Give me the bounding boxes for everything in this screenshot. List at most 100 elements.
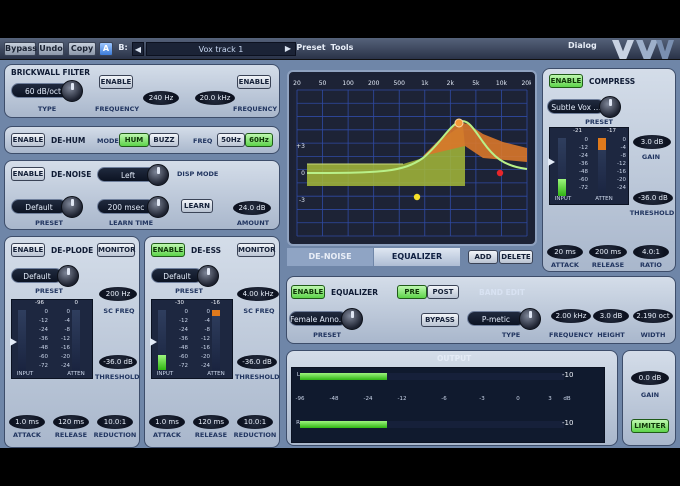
de-ess-release-label: RELEASE [194, 431, 228, 439]
undo-button[interactable]: Undo [38, 42, 64, 56]
compress-input-meter-fill [558, 178, 566, 196]
de-hum-enable-button[interactable]: ENABLE [11, 133, 45, 147]
tab-equalizer[interactable]: EQUALIZER [374, 248, 460, 266]
compress-preset-display[interactable]: Subtle Vox ... [547, 99, 605, 114]
compress-enable-button[interactable]: ENABLE [549, 74, 583, 88]
compress-atten-scale-3: -12 [617, 161, 626, 167]
de-plode-threshold-marker-icon[interactable] [10, 338, 17, 346]
high-cut-frequency-knob[interactable]: 20.0 kHz [195, 91, 235, 105]
equalizer-enable-button[interactable]: ENABLE [291, 285, 325, 299]
de-ess-preset-display[interactable]: Default [151, 268, 203, 283]
b-compare-button[interactable]: B: [115, 42, 131, 56]
de-ess-input-meter-bar [158, 310, 166, 370]
de-plode-input-scale-6: -72 [39, 363, 48, 369]
de-plode-threshold-knob[interactable]: -36.0 dB [99, 355, 137, 369]
de-plode-preset-display[interactable]: Default [11, 268, 63, 283]
de-plode-preset-knob[interactable] [57, 265, 79, 287]
eq-freq-tick-label: 20 [293, 80, 301, 87]
de-ess-atten-scale-1: -4 [204, 318, 210, 324]
mode-buzz-button[interactable]: BUZZ [149, 133, 179, 147]
eq-freq-tick-label: 50 [319, 80, 327, 87]
freq-50hz-button[interactable]: 50Hz [217, 133, 245, 147]
high-cut-enable-button[interactable]: ENABLE [237, 75, 271, 89]
compress-attack-knob[interactable]: 20 ms [547, 245, 583, 259]
de-ess-threshold-knob[interactable]: -36.0 dB [237, 355, 277, 369]
eq-preset-display[interactable]: Female Anno... [289, 311, 347, 326]
compress-input-scale-3: -36 [579, 161, 588, 167]
de-ess-monitor-button[interactable]: MONITOR [237, 243, 276, 257]
freq-60hz-button[interactable]: 60Hz [245, 133, 273, 147]
learn-button[interactable]: LEARN [181, 199, 213, 213]
de-ess-input-scale-2: -24 [179, 327, 188, 333]
de-ess-sc-freq-knob[interactable]: 4.00 kHz [237, 287, 279, 301]
de-noise-panel: ENABLE DE-NOISE Left DISP MODE Default P… [4, 160, 280, 230]
post-button[interactable]: POST [427, 285, 459, 299]
limiter-button[interactable]: LIMITER [631, 419, 669, 433]
de-ess-reduction-knob[interactable]: 10.0:1 [237, 415, 273, 429]
band-type-knob[interactable] [519, 308, 541, 330]
prev-preset-arrow-icon[interactable]: ◀ [132, 42, 144, 56]
de-plode-atten-scale-5: -20 [61, 354, 70, 360]
compress-preset-knob[interactable] [599, 96, 621, 118]
compress-threshold-marker-icon[interactable] [548, 158, 555, 166]
display-mode-knob[interactable] [147, 164, 169, 186]
compress-threshold-knob[interactable]: -36.0 dB [633, 191, 673, 205]
de-plode-input-label: INPUT [16, 371, 34, 377]
compress-atten-meter-bar [598, 138, 606, 196]
compress-atten-scale-2: -8 [620, 153, 626, 159]
tab-de-noise[interactable]: DE-NOISE [287, 248, 373, 266]
amount-knob[interactable]: 24.0 dB [233, 201, 271, 215]
tools-menu-button[interactable]: Tools [329, 42, 355, 56]
compress-gain-knob[interactable]: 3.0 dB [633, 135, 671, 149]
de-ess-attack-knob[interactable]: 1.0 ms [149, 415, 185, 429]
de-plode-input-scale-4: -48 [39, 345, 48, 351]
compress-release-knob[interactable]: 200 ms [589, 245, 627, 259]
eq-curve-display[interactable]: 20 50 100 200 500 1k 2k 5k 10k 20k +3 0 -3 [293, 76, 531, 240]
equalizer-panel: ENABLE EQUALIZER PRE POST Female Anno...… [286, 276, 676, 344]
eq-freq-tick-label: 1k [421, 80, 429, 87]
de-plode-enable-button[interactable]: ENABLE [11, 243, 45, 257]
delete-band-button[interactable]: DELETE [499, 250, 533, 264]
de-plode-threshold-label: THRESHOLD [95, 373, 140, 381]
right-output-meter-fill [300, 421, 388, 428]
de-plode-sc-freq-knob[interactable]: 200 Hz [99, 287, 137, 301]
brickwall-type-knob[interactable] [61, 80, 83, 102]
de-ess-preset-knob[interactable] [197, 265, 219, 287]
de-noise-preset-display[interactable]: Default [11, 199, 67, 214]
de-plode-atten-scale-3: -12 [61, 336, 70, 342]
de-noise-enable-button[interactable]: ENABLE [11, 167, 45, 181]
add-band-button[interactable]: ADD [468, 250, 498, 264]
low-cut-frequency-knob[interactable]: 240 Hz [143, 91, 179, 105]
de-plode-attack-knob[interactable]: 1.0 ms [9, 415, 45, 429]
left-output-peak: -10 [562, 371, 574, 379]
bypass-button[interactable]: Bypass [4, 42, 37, 56]
eq-preset-knob[interactable] [341, 308, 363, 330]
band-frequency-knob[interactable]: 2.00 kHz [551, 309, 591, 323]
preset-name-display[interactable]: Vox track 1 [146, 42, 296, 56]
de-plode-panel: ENABLE DE-PLODE MONITOR Default PRESET 2… [4, 236, 140, 448]
de-plode-monitor-button[interactable]: MONITOR [97, 243, 136, 257]
de-ess-threshold-marker-icon[interactable] [150, 338, 157, 346]
de-ess-release-knob[interactable]: 120 ms [193, 415, 229, 429]
pre-button[interactable]: PRE [397, 285, 427, 299]
mode-hum-button[interactable]: HUM [119, 133, 149, 147]
copy-button[interactable]: Copy [68, 42, 96, 56]
de-ess-atten-scale-4: -16 [201, 345, 210, 351]
compress-ratio-knob[interactable]: 4.0:1 [633, 245, 669, 259]
preset-menu-button[interactable]: Preset [296, 42, 326, 56]
compress-threshold-label: THRESHOLD [629, 209, 675, 217]
low-cut-enable-button[interactable]: ENABLE [99, 75, 133, 89]
de-ess-enable-button[interactable]: ENABLE [151, 243, 185, 257]
band-height-knob[interactable]: 3.0 dB [593, 309, 629, 323]
next-preset-arrow-icon[interactable]: ▶ [282, 42, 294, 56]
output-gain-knob[interactable]: 0.0 dB [631, 371, 669, 385]
de-noise-preset-knob[interactable] [61, 196, 83, 218]
eq-bypass-button[interactable]: BYPASS [421, 313, 459, 327]
band-type-display[interactable]: P-metic [467, 311, 525, 326]
a-compare-button[interactable]: A [99, 42, 113, 56]
de-plode-reduction-knob[interactable]: 10.0:1 [97, 415, 133, 429]
de-plode-release-knob[interactable]: 120 ms [53, 415, 89, 429]
waves-logo-icon [612, 40, 634, 59]
band-width-knob[interactable]: 2.190 oct [633, 309, 673, 323]
learn-time-knob[interactable] [147, 196, 169, 218]
